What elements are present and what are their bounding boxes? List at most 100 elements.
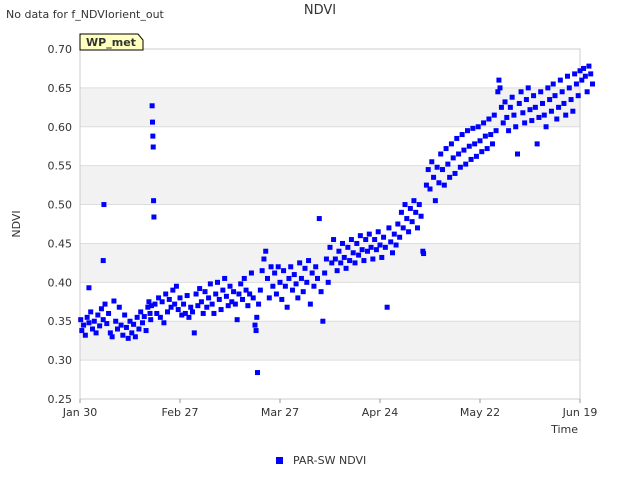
data-point <box>409 219 415 225</box>
data-point <box>516 100 522 106</box>
data-point <box>125 335 131 341</box>
data-point <box>279 296 285 302</box>
data-point <box>472 141 478 147</box>
x-tick-label: Apr 24 <box>362 406 399 419</box>
data-point <box>197 286 203 292</box>
data-point <box>84 314 90 320</box>
data-point <box>525 85 531 91</box>
data-point <box>415 225 420 231</box>
data-point <box>216 296 222 302</box>
y-tick-label: 0.60 <box>48 121 73 134</box>
data-point <box>313 264 319 270</box>
data-point <box>193 291 199 297</box>
data-point <box>200 310 206 316</box>
data-point <box>86 285 92 291</box>
data-point <box>263 248 269 254</box>
data-point <box>266 295 272 301</box>
data-point <box>552 93 558 99</box>
data-point <box>461 147 467 153</box>
data-point <box>402 202 408 208</box>
data-point <box>334 268 340 274</box>
data-point <box>393 242 399 248</box>
data-point <box>191 330 197 336</box>
data-point <box>356 252 362 258</box>
data-point <box>515 151 520 157</box>
data-point <box>545 85 551 91</box>
data-point <box>290 287 295 293</box>
data-point <box>581 65 587 71</box>
data-point <box>172 301 178 307</box>
data-point <box>198 299 204 305</box>
data-point <box>157 314 163 320</box>
data-point <box>222 275 228 281</box>
data-point <box>566 85 572 91</box>
y-tick-label: 0.55 <box>48 160 73 173</box>
data-point <box>497 85 503 91</box>
y-axis-label: NDVI <box>10 210 23 237</box>
data-point <box>475 124 481 130</box>
y-tick-label: 0.25 <box>48 393 73 406</box>
data-point <box>143 328 149 334</box>
y-tick-label: 0.30 <box>48 354 73 367</box>
data-point <box>311 283 317 289</box>
data-point <box>173 283 179 289</box>
data-point <box>100 258 106 264</box>
data-point <box>529 118 535 124</box>
data-point <box>102 301 108 307</box>
data-point <box>295 295 301 301</box>
data-point <box>248 270 254 276</box>
data-point <box>398 209 404 215</box>
data-point <box>470 125 476 131</box>
data-point <box>297 260 303 266</box>
data-point <box>134 314 140 320</box>
data-point <box>434 164 440 170</box>
data-point <box>268 264 274 270</box>
data-point <box>513 124 519 130</box>
data-point <box>202 289 208 295</box>
x-tick-label: May 22 <box>460 406 500 419</box>
data-point <box>429 159 435 165</box>
data-point <box>231 289 237 295</box>
data-point <box>323 256 329 262</box>
data-point <box>111 298 117 304</box>
data-point <box>559 89 565 95</box>
data-point <box>484 146 490 152</box>
no-data-notice: No data for f_NDVIorient_out <box>6 8 165 21</box>
data-point <box>448 141 454 147</box>
data-point <box>151 214 157 220</box>
data-point <box>298 275 304 281</box>
data-point <box>275 264 281 270</box>
data-point <box>518 89 524 95</box>
ndvi-chart: 0.25 0.30 0.35 0.40 0.45 0.50 0.55 0.60 0.65 0.70… <box>6 3 597 467</box>
data-point <box>377 242 383 248</box>
data-point <box>316 216 322 222</box>
legend-label: PAR-SW NDVI <box>293 454 366 467</box>
data-point <box>502 99 508 105</box>
x-tick-label: Mar 27 <box>261 406 299 419</box>
data-point <box>477 138 483 144</box>
data-point <box>186 314 192 320</box>
data-point <box>241 275 247 281</box>
x-axis-label: Time <box>550 423 578 436</box>
data-point <box>452 170 458 176</box>
data-point <box>563 112 569 118</box>
data-point <box>220 287 226 293</box>
data-point <box>286 275 292 281</box>
data-point <box>273 291 279 297</box>
data-point <box>386 225 392 231</box>
data-point <box>152 301 158 307</box>
data-point <box>82 332 88 338</box>
data-point <box>438 151 444 157</box>
data-point <box>165 309 170 315</box>
data-point <box>538 89 544 95</box>
data-point <box>123 324 129 330</box>
data-point <box>534 141 540 147</box>
data-point <box>257 287 263 293</box>
data-point <box>427 186 433 192</box>
data-point <box>375 229 381 235</box>
data-point <box>149 103 155 109</box>
data-point <box>400 225 406 231</box>
data-point <box>506 128 512 134</box>
data-point <box>457 164 463 170</box>
data-point <box>320 318 326 324</box>
